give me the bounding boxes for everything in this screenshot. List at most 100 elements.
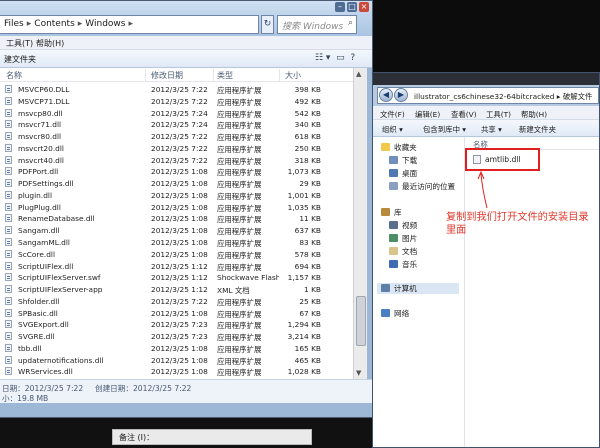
recent-places-icon [389, 182, 398, 190]
file-size: 398 KB [294, 85, 321, 94]
breadcrumb-windows[interactable]: Windows [85, 19, 125, 29]
forward-icon[interactable]: ▶ [394, 88, 408, 102]
menu-help[interactable]: 帮助(H) [36, 38, 64, 49]
column-date[interactable]: 修改日期 [151, 70, 183, 81]
breadcrumb-contents[interactable]: Contents [34, 19, 74, 29]
table-row[interactable]: SangamML.dll 2012/3/25 1:08 应用程序扩展 83 KB [0, 236, 353, 248]
dll-file-icon [5, 320, 12, 329]
share-button[interactable]: 共享 ▾ [481, 124, 502, 135]
vertical-scrollbar[interactable]: ▲ ▼ [353, 68, 367, 379]
menu-view[interactable]: 查看(V) [451, 109, 477, 120]
new-folder-button[interactable]: 新建文件夹 [519, 124, 556, 135]
nav-music[interactable]: 音乐 [389, 259, 417, 270]
table-row[interactable]: ScCore.dll 2012/3/25 1:08 应用程序扩展 578 KB [0, 248, 353, 260]
table-row[interactable]: PlugPlug.dll 2012/3/25 1:08 应用程序扩展 1,035 KB [0, 201, 353, 213]
nav-documents[interactable]: 文档 [389, 246, 417, 257]
table-row[interactable]: ScriptUIFlexServer-app 2012/3/25 1:12 XML … [0, 283, 353, 295]
table-row[interactable]: Shfolder.dll 2012/3/25 7:22 应用程序扩展 25 KB [0, 295, 353, 307]
file-date: 2012/3/25 1:08 [151, 367, 208, 377]
column-type[interactable]: 类型 [217, 70, 233, 81]
file-size: 318 KB [294, 155, 321, 165]
table-row[interactable]: SVGExport.dll 2012/3/25 7:23 应用程序扩展 1,294 K… [0, 318, 353, 330]
properties-hint: 备注 (I)： [112, 429, 312, 445]
menu-help[interactable]: 帮助(H) [521, 109, 547, 120]
dll-file-icon [5, 179, 12, 188]
nav-videos[interactable]: 视频 [389, 220, 417, 231]
close-icon[interactable]: × [359, 2, 369, 12]
picture-icon [389, 234, 398, 242]
organize-button[interactable]: 组织 ▾ [382, 124, 403, 135]
search-input[interactable]: 搜索 Windows ⌕ [277, 15, 357, 34]
nav-label: 视频 [402, 221, 418, 230]
dll-file-icon [5, 355, 12, 364]
table-row[interactable]: plugin.dll 2012/3/25 1:08 应用程序扩展 1,001 KB [0, 189, 353, 201]
table-row[interactable]: msvcrt40.dll 2012/3/25 7:22 应用程序扩展 318 KB [0, 154, 353, 166]
address-bar[interactable]: Files ▸ Contents ▸ Windows ▸ [0, 15, 259, 34]
nav-download[interactable]: 下载 [389, 155, 417, 166]
column-divider[interactable] [279, 69, 280, 81]
scroll-down-icon[interactable]: ▼ [356, 369, 361, 377]
file-size: 1,157 KB [287, 273, 321, 283]
file-name: ScCore.dll [18, 249, 56, 259]
column-divider[interactable] [145, 69, 146, 81]
back-icon[interactable]: ◀ [379, 88, 393, 102]
file-date: 2012/3/25 7:23 [151, 332, 208, 342]
nav-pictures[interactable]: 图片 [389, 233, 417, 244]
table-row[interactable]: MSVCP71.DLL 2012/3/25 7:22 应用程序扩展 492 KB [0, 95, 353, 107]
table-row[interactable]: PDFSettings.dll 2012/3/25 1:08 应用程序扩展 29 KB [0, 177, 353, 189]
menu-edit[interactable]: 编辑(E) [415, 109, 440, 120]
table-row[interactable]: msvcrt20.dll 2012/3/25 7:22 应用程序扩展 250 KB [0, 142, 353, 154]
menu-file[interactable]: 文件(F) [380, 109, 405, 120]
file-date: 2012/3/25 1:08 [151, 238, 208, 247]
nav-favorites[interactable]: 收藏夹 [381, 142, 417, 153]
maximize-icon[interactable]: □ [347, 2, 357, 12]
table-row[interactable]: msvcr71.dll 2012/3/25 7:24 应用程序扩展 340 KB [0, 118, 353, 130]
file-name: PDFPort.dll [18, 167, 59, 177]
nav-label: 图片 [402, 234, 418, 243]
file-size: 1,035 KB [287, 202, 321, 212]
file-date: 2012/3/25 1:08 [151, 190, 208, 200]
refresh-button[interactable]: ↻ [261, 15, 274, 34]
table-row[interactable]: ScriptUIFlexServer.swf 2012/3/25 1:12 Shoc… [0, 271, 353, 283]
nav-computer[interactable]: 计算机 [377, 283, 459, 294]
table-row[interactable]: Sangam.dll 2012/3/25 1:08 应用程序扩展 637 KB [0, 224, 353, 236]
table-row[interactable]: updaternotifications.dll 2012/3/25 1:08 应用… [0, 354, 353, 366]
table-row[interactable]: tbb.dll 2012/3/25 1:08 应用程序扩展 165 KB [0, 342, 353, 354]
dll-file-icon [5, 308, 12, 317]
table-row[interactable]: msvcp80.dll 2012/3/25 7:24 应用程序扩展 542 KB [0, 107, 353, 119]
file-name: SVGRE.dll [18, 332, 55, 342]
column-size[interactable]: 大小 [285, 70, 301, 81]
table-row[interactable]: SPBasic.dll 2012/3/25 1:08 应用程序扩展 67 KB [0, 307, 353, 319]
table-row[interactable]: MSVCP60.DLL 2012/3/25 7:22 应用程序扩展 398 KB [0, 83, 353, 95]
file-date: 2012/3/25 1:08 [151, 202, 208, 212]
table-row[interactable]: msvcr80.dll 2012/3/25 7:22 应用程序扩展 618 KB [0, 130, 353, 142]
table-row[interactable]: ScriptUIFlex.dll 2012/3/25 1:12 应用程序扩展 694 … [0, 260, 353, 272]
view-options-icon[interactable]: ☷ ▾ ▭ ? [315, 53, 355, 63]
column-name[interactable]: 名称 [6, 70, 22, 81]
new-folder-button[interactable]: 建文件夹 [4, 54, 36, 65]
table-row[interactable]: SVGRE.dll 2012/3/25 7:23 应用程序扩展 3,214 KB [0, 330, 353, 342]
library-icon [381, 208, 390, 216]
file-size: 1,001 KB [287, 190, 321, 200]
file-name: MSVCP71.DLL [18, 96, 70, 106]
table-row[interactable]: RenameDatabase.dll 2012/3/25 1:08 应用程序扩展 11… [0, 212, 353, 224]
scroll-up-icon[interactable]: ▲ [356, 70, 361, 78]
address-path[interactable]: illustrator_cs6chinese32-64bitcracked ▸ … [414, 92, 592, 101]
nav-libraries[interactable]: 库 [381, 207, 402, 218]
nav-network[interactable]: 网络 [381, 308, 409, 319]
nav-desktop[interactable]: 桌面 [389, 168, 417, 179]
include-in-library-button[interactable]: 包含到库中 ▾ [423, 124, 466, 135]
menu-tools[interactable]: 工具(T) [6, 38, 33, 49]
help-icon[interactable]: ? [350, 53, 355, 63]
menu-tools[interactable]: 工具(T) [486, 109, 511, 120]
chevron-right-icon: ▸ [128, 19, 134, 29]
file-date: 2012/3/25 7:22 [151, 155, 208, 165]
minimize-icon[interactable]: – [335, 2, 345, 12]
breadcrumb-files[interactable]: Files [4, 19, 24, 29]
nav-recent[interactable]: 最近访问的位置 [389, 181, 455, 192]
column-divider[interactable] [213, 69, 214, 81]
annotation-text: 复制到我们打开文件的安装目录里面 [446, 212, 589, 236]
table-row[interactable]: WRServices.dll 2012/3/25 1:08 应用程序扩展 1,028 … [0, 365, 353, 377]
table-row[interactable]: PDFPort.dll 2012/3/25 1:08 应用程序扩展 1,073 KB [0, 165, 353, 177]
scrollbar-thumb[interactable] [356, 296, 366, 346]
